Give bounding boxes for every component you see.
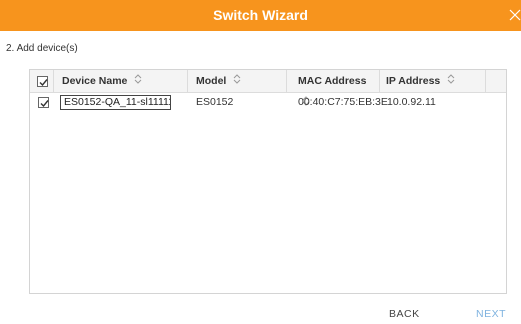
ip-address-cell: 10.0.92.11 <box>387 96 436 108</box>
column-label: IP Address <box>386 75 441 88</box>
device-table: Device Name Model MAC Address IP Address <box>29 69 507 294</box>
sort-icon <box>233 70 241 92</box>
column-header-model[interactable]: Model <box>188 70 287 92</box>
column-label: MAC Address <box>298 75 367 88</box>
column-label: Model <box>196 75 227 88</box>
dialog-title-bar: Switch Wizard <box>0 0 521 31</box>
sort-icon <box>134 70 142 92</box>
header-checkbox-cell <box>30 70 54 92</box>
column-label: Device Name <box>62 75 128 88</box>
select-all-checkbox[interactable] <box>37 76 48 87</box>
model-cell: ES0152 <box>196 96 234 108</box>
next-button[interactable]: NEXT <box>476 308 506 320</box>
table-header: Device Name Model MAC Address IP Address <box>30 70 506 107</box>
back-button[interactable]: BACK <box>389 308 420 320</box>
close-icon[interactable] <box>507 7 521 23</box>
device-name-field[interactable]: ES0152-QA_11-sl1111111 <box>60 95 171 110</box>
column-header-device-name[interactable]: Device Name <box>54 70 188 92</box>
column-header-mac-address[interactable]: MAC Address <box>287 70 380 107</box>
sort-icon <box>447 70 455 92</box>
column-header-ip-address[interactable]: IP Address <box>380 70 486 92</box>
dialog-title: Switch Wizard <box>213 7 308 23</box>
mac-address-cell: 00:40:C7:75:EB:3E <box>298 96 388 108</box>
row-checkbox[interactable] <box>38 97 49 108</box>
step-label: 2. Add device(s) <box>6 43 78 54</box>
table-row[interactable]: ES0152-QA_11-sl1111111 ES0152 00:40:C7:7… <box>30 93 506 112</box>
